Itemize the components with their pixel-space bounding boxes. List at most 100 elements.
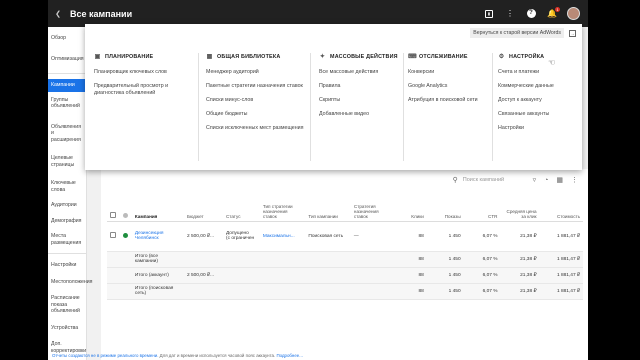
left-navigation: Обзор Оптимизация Кампании Группы объявл… (48, 27, 92, 360)
total-ctr: 6,07 % (463, 267, 501, 284)
campaigns-table: Кампания Бюджет Статус Тип стратегии наз… (107, 199, 583, 300)
report-footer: Отчеты создаются не в режиме реального в… (52, 353, 303, 358)
total-clicks: 88 (394, 267, 427, 284)
total-label: Итого (поисковая сеть) (131, 283, 184, 300)
segment-icon[interactable]: ◔ (544, 177, 548, 184)
total-ctr: 6,07 % (463, 283, 501, 300)
menu-item-google-analytics[interactable]: Google Analytics (408, 83, 490, 90)
account-avatar[interactable] (567, 7, 580, 20)
tools-menu: Вернуться к старой версии AdWords → ▣ ПЛА… (85, 24, 582, 170)
menu-divider (403, 53, 404, 161)
menu-column-setup: ⚙ НАСТРОЙКА Счета и платежи Коммерческие … (498, 53, 580, 139)
chevron-left-icon[interactable]: ❮ (48, 10, 68, 18)
total-impressions: 1 450 (426, 283, 464, 300)
tracking-icon: ⌨ (408, 54, 417, 60)
menu-item-portfolio-bid-strategies[interactable]: Пакетные стратегии назначения ставок (206, 83, 304, 90)
column-budget[interactable]: Бюджет (183, 199, 223, 222)
more-vert-icon[interactable]: ⋮ (504, 8, 516, 20)
menu-item-preferences[interactable]: Настройки (498, 125, 580, 132)
nav-item-keywords[interactable]: Ключевые слова (48, 177, 86, 196)
menu-item-negative-keyword-lists[interactable]: Списки минус-слов (206, 97, 304, 104)
more-vert-icon[interactable]: ⋮ (571, 176, 578, 184)
column-impressions[interactable]: Показы (426, 199, 464, 222)
menu-item-account-access[interactable]: Доступ к аккаунту (498, 97, 580, 104)
exit-icon[interactable]: → (569, 29, 576, 37)
menu-heading-planning: ПЛАНИРОВАНИЕ (105, 53, 154, 60)
cell-campaign-type: Поисковая сеть (305, 221, 351, 252)
help-icon[interactable]: ? (525, 8, 537, 20)
column-bid-strategy[interactable]: Стратегия назначения ставок (350, 199, 395, 222)
row-checkbox[interactable] (107, 221, 120, 252)
column-campaign-type[interactable]: Тип кампании (305, 199, 351, 222)
total-row: Итого (все кампании) 88 1 450 6,07 % 21,… (107, 251, 583, 268)
total-avg-cpc: 21,38 ₽ (500, 251, 540, 268)
total-label: Итого (все кампании) (131, 251, 184, 268)
column-status[interactable]: Статус (222, 199, 260, 222)
nav-item-landing-pages[interactable]: Целевые страницы (48, 152, 86, 171)
nav-item-placements[interactable]: Места размещения (48, 230, 86, 249)
nav-item-devices[interactable]: Устройства (48, 322, 86, 335)
menu-item-search-attribution[interactable]: Атрибуция в поисковой сети (408, 97, 490, 104)
menu-item-placement-exclusion-lists[interactable]: Списки исключенных мест размещения (206, 125, 304, 132)
menu-item-ad-preview[interactable]: Предварительный просмотр и диагностика о… (94, 83, 196, 96)
column-avg-cpc[interactable]: Средняя цена за клик (500, 199, 540, 222)
filter-icon[interactable]: ▿ (533, 176, 537, 184)
menu-divider (492, 53, 493, 161)
select-all-checkbox[interactable] (107, 199, 120, 222)
menu-item-rules[interactable]: Правила (319, 83, 401, 90)
cell-bid-type[interactable]: Максимальн... (259, 221, 306, 252)
campaign-search[interactable]: ⚲ Поиск кампаний (453, 176, 525, 184)
nav-item-ad-schedule[interactable]: Расписание показа объявлений (48, 292, 86, 318)
campaign-name-link[interactable]: Дезинсекция Челябинск (131, 221, 184, 252)
notifications-icon[interactable]: 🔔 1 (546, 6, 560, 20)
menu-column-shared-library: ▦ ОБЩАЯ БИБЛИОТЕКА Менеджер аудиторий Пак… (206, 53, 304, 139)
menu-item-audience-manager[interactable]: Менеджер аудиторий (206, 69, 304, 76)
nav-item-demographics[interactable]: Демография (48, 215, 86, 228)
nav-item-settings[interactable]: Настройки (48, 259, 86, 272)
nav-item-campaigns[interactable]: Кампании (48, 79, 86, 92)
nav-item-ad-groups[interactable]: Группы объявлений (48, 94, 86, 113)
menu-item-keyword-planner[interactable]: Планировщик ключевых слов (94, 69, 196, 76)
column-clicks[interactable]: Клики (394, 199, 427, 222)
column-campaign[interactable]: Кампания (131, 199, 184, 222)
total-row: Итого (аккаунт) 2 500,00 ₽... 88 1 450 6… (107, 267, 583, 284)
cell-budget[interactable]: 2 500,00 ₽... (183, 221, 223, 252)
back-to-old-version-label[interactable]: Вернуться к старой версии AdWords (470, 28, 564, 38)
nav-item-locations[interactable]: Местоположения (48, 276, 92, 289)
footer-more-link[interactable]: Подробнее... (276, 353, 302, 358)
menu-item-all-bulk-actions[interactable]: Все массовые действия (319, 69, 401, 76)
nav-divider (48, 253, 86, 254)
table-row[interactable]: Дезинсекция Челябинск 2 500,00 ₽... Допу… (107, 221, 583, 252)
table-header-row: Кампания Бюджет Статус Тип стратегии наз… (107, 199, 583, 222)
menu-item-conversions[interactable]: Конверсии (408, 69, 490, 76)
menu-item-linked-accounts[interactable]: Связанные аккаунты (498, 111, 580, 118)
menu-item-shared-budgets[interactable]: Общие бюджеты (206, 111, 304, 118)
column-ctr[interactable]: CTR (463, 199, 501, 222)
cell-avg-cpc: 21,38 ₽ (500, 221, 540, 252)
total-clicks: 88 (394, 283, 427, 300)
column-bid-type[interactable]: Тип стратегии назначения ставок (259, 199, 306, 222)
columns-icon[interactable]: ▦ (556, 176, 563, 184)
total-cost: 1 881,47 ₽ (539, 251, 583, 268)
back-to-old-version[interactable]: Вернуться к старой версии AdWords → (470, 28, 576, 38)
nav-item-optimization[interactable]: Оптимизация (48, 53, 86, 66)
status-dot-header (120, 199, 132, 222)
nav-divider (48, 73, 86, 74)
search-input[interactable]: Поиск кампаний (463, 177, 504, 183)
menu-item-business-data[interactable]: Коммерческие данные (498, 83, 580, 90)
menu-column-planning: ▣ ПЛАНИРОВАНИЕ Планировщик ключевых слов … (94, 53, 196, 104)
menu-item-scripts[interactable]: Скрипты (319, 97, 401, 104)
menu-item-billing[interactable]: Счета и платежи (498, 69, 580, 76)
top-bar: ❮ Все кампании ▮ ⋮ ? 🔔 1 (48, 0, 588, 27)
notification-badge: 1 (555, 6, 560, 12)
menu-item-uploaded-videos[interactable]: Добавленные видео (319, 111, 401, 118)
cell-clicks: 88 (394, 221, 427, 252)
adwords-screen: ❮ Все кампании ▮ ⋮ ? 🔔 1 Обзор Оптимизаци… (48, 0, 588, 360)
column-cost[interactable]: Стоимость (539, 199, 583, 222)
nav-item-ads-extensions[interactable]: Объявления и расширения (48, 121, 86, 147)
chart-icon[interactable]: ▮ (483, 8, 495, 20)
nav-item-audiences[interactable]: Аудитории (48, 199, 86, 212)
nav-item-overview[interactable]: Обзор (48, 32, 86, 45)
menu-column-tracking: ⌨ ОТСЛЕЖИВАНИЕ Конверсии Google Analytics… (408, 53, 490, 111)
cell-ctr: 6,07 % (463, 221, 501, 252)
